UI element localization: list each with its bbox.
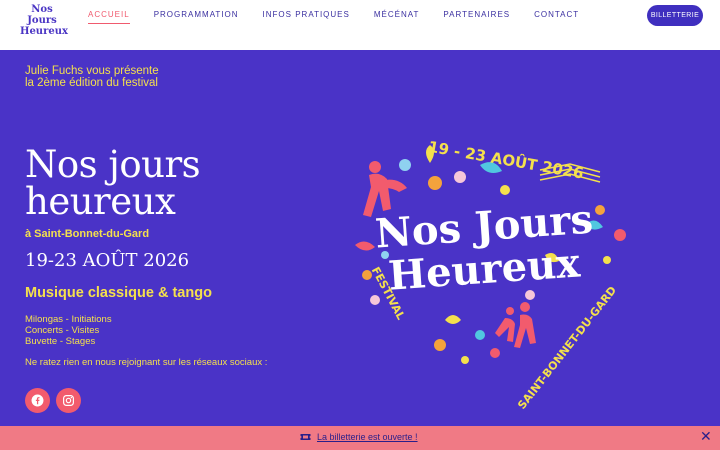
nav-item-programmation[interactable]: PROGRAMMATION (154, 10, 239, 24)
hero-tagline: Musique classique & tango (25, 285, 212, 301)
poster-place-label: SAINT-BONNET-DU-GARD (515, 284, 619, 412)
nav-item-accueil[interactable]: ACCUEIL (88, 10, 130, 24)
main-nav: ACCUEIL PROGRAMMATION INFOS PRATIQUES MÉ… (88, 10, 603, 24)
hero-presents: Julie Fuchs vous présente la 2ème éditio… (25, 65, 265, 89)
ticket-icon (300, 434, 311, 440)
site-header: Nos Jours Heureux ACCUEIL PROGRAMMATION … (0, 0, 720, 50)
facebook-button[interactable] (25, 388, 50, 413)
hero-activities: Milongas - Initiations Concerts - Visite… (25, 314, 112, 347)
activity-line: Milongas - Initiations (25, 314, 112, 325)
site-logo[interactable]: Nos Jours Heureux (20, 4, 68, 37)
banner-content: La billetterie est ouverte ! (300, 432, 418, 442)
ticket-button[interactable]: BILLETTERIE (647, 5, 703, 26)
logo-line2: Heureux (20, 26, 68, 37)
instagram-button[interactable] (56, 388, 81, 413)
nav-item-partenaires[interactable]: PARTENAIRES (443, 10, 510, 24)
presents-line1: Julie Fuchs vous présente (25, 65, 159, 77)
presents-line2: la 2ème édition du festival (25, 77, 158, 89)
close-icon[interactable]: ✕ (700, 430, 712, 444)
title-line2: heureux (25, 180, 176, 223)
title-line1: Nos jours (25, 143, 201, 186)
hero-title: Nos jours heureux (25, 146, 345, 220)
nav-item-infos-pratiques[interactable]: INFOS PRATIQUES (263, 10, 350, 24)
activity-line: Concerts - Visites (25, 325, 100, 336)
poster-dates: 19 - 23 AOÛT 2026 (427, 137, 585, 183)
activity-line: Buvette - Stages (25, 336, 96, 347)
ticketing-banner: La billetterie est ouverte ! ✕ (0, 426, 720, 450)
logo-line1: Nos Jours (27, 4, 57, 26)
nav-item-mecenat[interactable]: MÉCÉNAT (374, 10, 420, 24)
hero-place: à Saint-Bonnet-du-Gard (25, 228, 150, 240)
social-invite-text: Ne ratez rien en nous rejoignant sur les… (25, 357, 268, 368)
tango-dancers-bottom (495, 302, 536, 348)
facebook-icon (31, 394, 44, 407)
ticketing-open-link[interactable]: La billetterie est ouverte ! (317, 432, 418, 442)
instagram-icon (63, 395, 74, 406)
festival-poster-heart: 19 - 23 AOÛT 2026 Nos Jours Heureux FEST… (355, 137, 626, 412)
nav-item-contact[interactable]: CONTACT (534, 10, 579, 24)
hero-dates: 19-23 AOÛT 2026 (25, 250, 190, 271)
